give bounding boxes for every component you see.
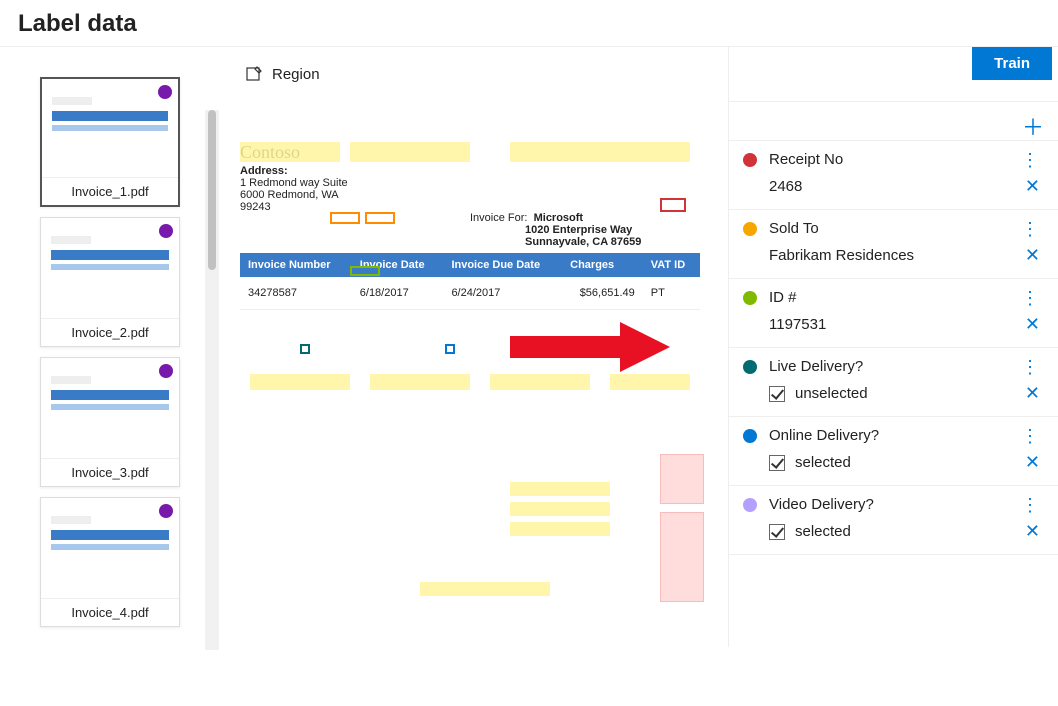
clear-field-icon[interactable]: ✕	[1021, 314, 1044, 335]
clear-field-icon[interactable]: ✕	[1021, 521, 1044, 542]
field-more-icon[interactable]: ⋮	[1017, 155, 1044, 165]
checkbox-marker[interactable]	[445, 344, 455, 354]
address-line: 6000 Redmond, WA	[240, 189, 700, 201]
address-line: 1 Redmond way Suite	[240, 177, 700, 189]
annotation-rect	[330, 212, 360, 224]
field-value: Fabrikam Residences	[769, 247, 1021, 264]
document-viewer[interactable]: Region Cont	[210, 47, 728, 647]
field-item[interactable]: Video Delivery?⋮ selected✕	[729, 486, 1058, 555]
highlight	[610, 374, 690, 390]
field-name-label: Live Delivery?	[769, 358, 1017, 375]
highlight	[350, 142, 470, 162]
checkbox-icon	[769, 455, 785, 471]
highlight	[510, 142, 690, 162]
thumbnail-item[interactable]: Invoice_2.pdf	[40, 217, 180, 347]
thumbnail-item[interactable]: Invoice_1.pdf	[40, 77, 180, 207]
highlight	[510, 482, 610, 496]
field-value: selected	[795, 523, 1021, 540]
field-more-icon[interactable]: ⋮	[1017, 362, 1044, 372]
address-label: Address:	[240, 165, 700, 177]
field-name-label: Video Delivery?	[769, 496, 1017, 513]
thumbnail-label: Invoice_2.pdf	[41, 318, 179, 346]
field-color-dot	[743, 429, 757, 443]
thumbnail-item[interactable]: Invoice_4.pdf	[40, 497, 180, 627]
invoice-table: Invoice Number Invoice Date Invoice Due …	[240, 253, 700, 310]
field-value: 1197531	[769, 316, 1021, 333]
thumbnail-label: Invoice_3.pdf	[41, 458, 179, 486]
field-color-dot	[743, 291, 757, 305]
add-field-button[interactable]: ＋	[729, 101, 1058, 141]
clear-field-icon[interactable]: ✕	[1021, 176, 1044, 197]
checkbox-marker[interactable]	[300, 344, 310, 354]
field-more-icon[interactable]: ⋮	[1017, 431, 1044, 441]
field-more-icon[interactable]: ⋮	[1017, 293, 1044, 303]
field-more-icon[interactable]: ⋮	[1017, 500, 1044, 510]
highlight	[420, 582, 550, 596]
field-color-dot	[743, 360, 757, 374]
field-item[interactable]: Online Delivery?⋮ selected✕	[729, 417, 1058, 486]
field-item[interactable]: ID #⋮ 1197531✕	[729, 279, 1058, 348]
highlight	[250, 374, 350, 390]
fields-panel: Train ＋ Receipt No⋮2468✕Sold To⋮Fabrikam…	[728, 47, 1058, 647]
checkbox-icon	[769, 524, 785, 540]
checkbox-icon	[769, 386, 785, 402]
clear-field-icon[interactable]: ✕	[1021, 245, 1044, 266]
field-item[interactable]: Receipt No⋮ 2468✕	[729, 141, 1058, 210]
clear-field-icon[interactable]: ✕	[1021, 383, 1044, 404]
field-name-label: Sold To	[769, 220, 1017, 237]
field-more-icon[interactable]: ⋮	[1017, 224, 1044, 234]
train-button[interactable]: Train	[972, 47, 1052, 80]
highlight	[510, 522, 610, 536]
table-row: 34278587 6/18/2017 6/24/2017 $56,651.49 …	[240, 277, 700, 310]
highlight	[240, 142, 340, 162]
region-icon	[246, 65, 264, 83]
field-item[interactable]: Live Delivery?⋮ unselected✕	[729, 348, 1058, 417]
selection-box[interactable]	[660, 512, 704, 602]
region-button[interactable]: Region	[240, 61, 326, 87]
highlight	[490, 374, 590, 390]
clear-field-icon[interactable]: ✕	[1021, 452, 1044, 473]
selection-box[interactable]	[660, 454, 704, 504]
thumbnail-label: Invoice_4.pdf	[41, 598, 179, 626]
field-value: 2468	[769, 178, 1021, 195]
thumbnail-label: Invoice_1.pdf	[42, 177, 178, 205]
field-name-label: Receipt No	[769, 151, 1017, 168]
highlight	[510, 502, 610, 516]
annotation-rect	[365, 212, 395, 224]
checkbox-marker[interactable]	[580, 344, 590, 354]
thumbnail-item[interactable]: Invoice_3.pdf	[40, 357, 180, 487]
field-color-dot	[743, 498, 757, 512]
plus-icon: ＋	[1022, 115, 1044, 140]
field-color-dot	[743, 153, 757, 167]
annotation-rect[interactable]	[660, 198, 686, 212]
highlight	[370, 374, 470, 390]
invoice-for-block: Invoice For: Microsoft 1020 Enterprise W…	[470, 212, 641, 248]
field-value: unselected	[795, 385, 1021, 402]
thumbnail-sidebar: Invoice_1.pdf Invoice_2.pdf Invoice_3.pd…	[0, 47, 210, 647]
field-value: selected	[795, 454, 1021, 471]
pointer-arrow	[510, 322, 690, 372]
field-color-dot	[743, 222, 757, 236]
page-title: Label data	[0, 0, 1058, 46]
annotation-rect	[350, 266, 380, 276]
field-name-label: Online Delivery?	[769, 427, 1017, 444]
field-name-label: ID #	[769, 289, 1017, 306]
field-item[interactable]: Sold To⋮ Fabrikam Residences✕	[729, 210, 1058, 279]
